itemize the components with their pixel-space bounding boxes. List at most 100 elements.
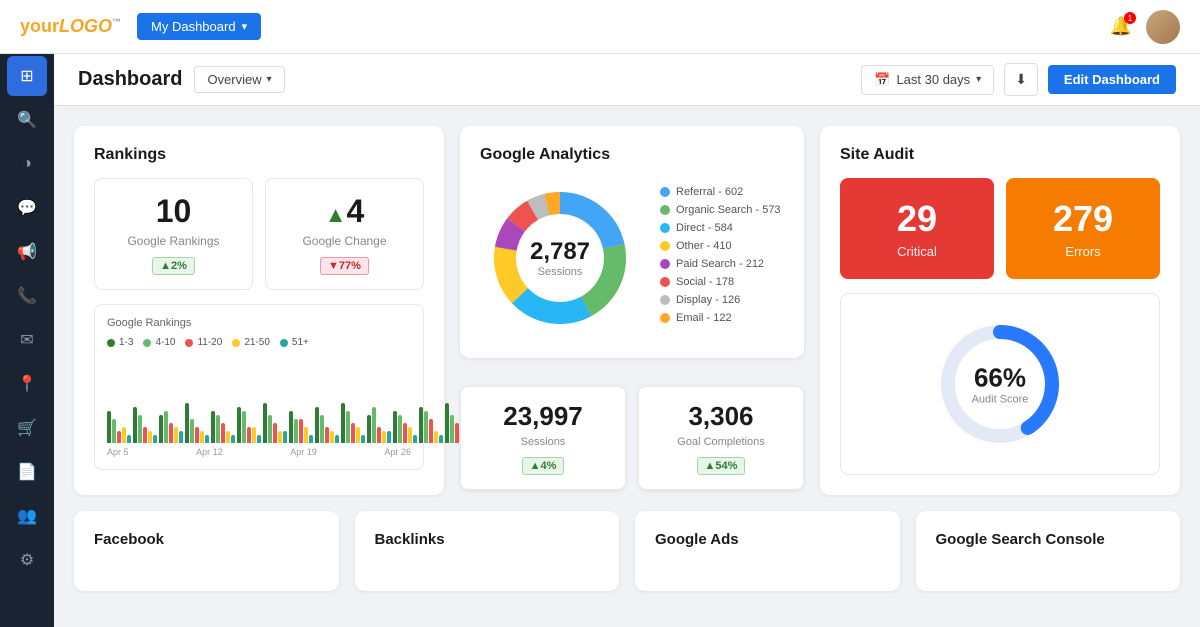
donut-value: 2,787: [530, 238, 590, 266]
x-label-apr5: Apr 5: [107, 447, 129, 457]
bar-group: [211, 411, 235, 443]
cards-grid: Rankings 10 Google Rankings ▲2% ▲4 Googl…: [74, 126, 1180, 495]
bar: [346, 411, 350, 443]
sidebar-item-calls[interactable]: 📞: [7, 276, 47, 316]
bar: [398, 415, 402, 443]
bar: [205, 435, 209, 443]
bar: [185, 403, 189, 443]
change-arrow: ▲: [325, 202, 347, 227]
bar: [127, 435, 131, 443]
bar: [372, 407, 376, 443]
bar: [164, 411, 168, 443]
sessions-metric: 23,997 Sessions ▲4%: [460, 386, 626, 490]
bar: [294, 419, 298, 443]
donut-label: Sessions: [530, 266, 590, 278]
score-donut: 66% Audit Score: [930, 314, 1070, 454]
bar: [283, 431, 287, 443]
sidebar-item-users[interactable]: 👥: [7, 496, 47, 536]
sidebar-item-ecommerce[interactable]: 🛒: [7, 408, 47, 448]
user-avatar[interactable]: [1146, 10, 1180, 44]
bar: [325, 427, 329, 443]
bar: [330, 431, 334, 443]
sidebar-item-search[interactable]: 🔍: [7, 100, 47, 140]
site-audit-card: Site Audit 29 Critical 279 Errors: [820, 126, 1180, 495]
sessions-badge: ▲4%: [522, 457, 565, 475]
bar: [133, 407, 137, 443]
x-label-apr26: Apr 26: [384, 447, 411, 457]
bar: [387, 431, 391, 443]
legend-direct: Direct - 584: [660, 222, 784, 234]
backlinks-title: Backlinks: [375, 531, 600, 548]
google-rankings-value: 10: [107, 193, 240, 230]
date-range-button[interactable]: 📅 Last 30 days: [861, 65, 994, 95]
bar: [169, 423, 173, 443]
bar-group: [289, 411, 313, 443]
score-center: 66% Audit Score: [972, 363, 1029, 406]
bar: [237, 407, 241, 443]
bar: [419, 407, 423, 443]
legend-11-20: 11-20: [185, 337, 222, 348]
bar-chart: [107, 358, 411, 443]
bar-group: [159, 411, 183, 443]
sidebar-item-messages[interactable]: 💬: [7, 188, 47, 228]
backlinks-card: Backlinks: [355, 511, 620, 591]
notification-badge: 1: [1124, 12, 1136, 24]
bar: [263, 403, 267, 443]
sidebar-item-location[interactable]: 📍: [7, 364, 47, 404]
legend-social: Social - 178: [660, 276, 784, 288]
sub-header-right: 📅 Last 30 days ⬇ Edit Dashboard: [861, 63, 1176, 96]
chart-legend: 1-3 4-10 11-20 21-50: [107, 337, 411, 348]
facebook-title: Facebook: [94, 531, 319, 548]
sidebar-item-campaigns[interactable]: 📢: [7, 232, 47, 272]
notifications-bell[interactable]: 🔔 1: [1110, 16, 1132, 37]
google-change-value: ▲4: [278, 193, 411, 230]
dot-other: [660, 241, 670, 251]
sidebar-item-home[interactable]: ⊞: [7, 56, 47, 96]
bar: [138, 415, 142, 443]
donut-center: 2,787 Sessions: [530, 238, 590, 278]
edit-dashboard-button[interactable]: Edit Dashboard: [1048, 65, 1176, 94]
bar: [117, 431, 121, 443]
bar: [179, 431, 183, 443]
top-navigation: yourLOGO™ My Dashboard 🔔 1: [0, 0, 1200, 54]
overview-dropdown-button[interactable]: Overview: [194, 66, 284, 93]
legend-dot-21-50: [232, 339, 240, 347]
bar: [361, 435, 365, 443]
bar-group: [107, 411, 131, 443]
sidebar-item-analytics[interactable]: ◑: [7, 144, 47, 184]
rankings-metrics: 10 Google Rankings ▲2% ▲4 Google Change …: [94, 178, 424, 290]
errors-label: Errors: [1026, 244, 1140, 259]
audit-top-metrics: 29 Critical 279 Errors: [840, 178, 1160, 279]
legend-other: Other - 410: [660, 240, 784, 252]
dot-referral: [660, 187, 670, 197]
sidebar-item-settings[interactable]: ⚙: [7, 540, 47, 580]
sidebar-item-reports[interactable]: 📄: [7, 452, 47, 492]
rankings-title: Rankings: [94, 146, 424, 164]
bar-group: [341, 403, 365, 443]
x-label-apr19: Apr 19: [290, 447, 317, 457]
google-rankings-metric: 10 Google Rankings ▲2%: [94, 178, 253, 290]
bar: [211, 411, 215, 443]
legend-4-10: 4-10: [143, 337, 175, 348]
analytics-column: Google Analytics: [460, 126, 804, 495]
nav-right: 🔔 1: [1110, 10, 1180, 44]
bar-group: [133, 407, 157, 443]
errors-box: 279 Errors: [1006, 178, 1160, 279]
sidebar-item-email[interactable]: ✉: [7, 320, 47, 360]
download-button[interactable]: ⬇: [1004, 63, 1038, 96]
calendar-icon: 📅: [874, 72, 890, 88]
bar: [393, 411, 397, 443]
bar: [226, 431, 230, 443]
dashboard-dropdown-button[interactable]: My Dashboard: [137, 13, 261, 40]
bar: [257, 435, 261, 443]
bar: [299, 419, 303, 443]
bar: [439, 435, 443, 443]
score-label: Audit Score: [972, 394, 1029, 406]
bar: [195, 427, 199, 443]
bar: [289, 411, 293, 443]
bar: [429, 419, 433, 443]
logo-text: yourLOGO™: [20, 16, 121, 36]
bar: [143, 427, 147, 443]
critical-label: Critical: [860, 244, 974, 259]
date-range-label: Last 30 days: [896, 72, 970, 87]
